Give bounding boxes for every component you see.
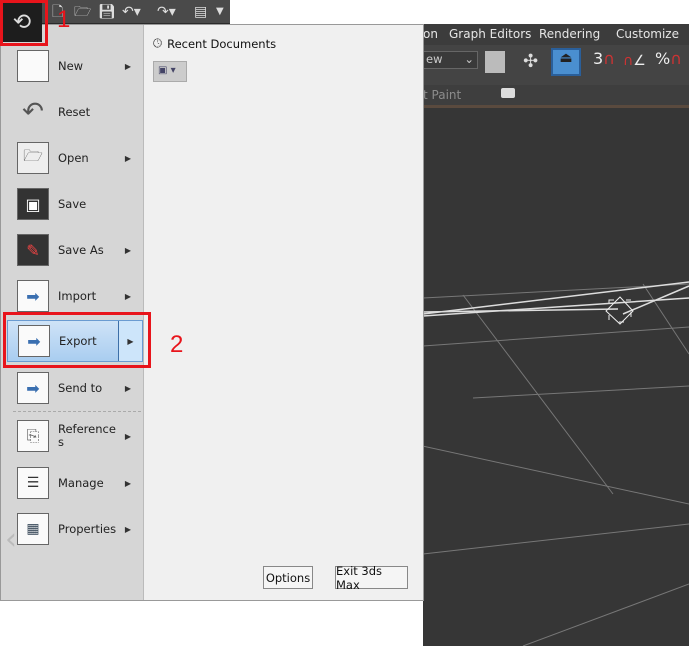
open-icon: 🗁 <box>17 142 49 174</box>
open-folder-icon[interactable]: 🗁 <box>74 3 91 21</box>
import-icon: ➡ <box>17 280 49 312</box>
undo-icon[interactable]: ↶▾ <box>122 3 141 21</box>
menu-item-rendering[interactable]: Rendering <box>539 27 600 41</box>
main-menubar: on Graph Editors Rendering Customize <box>423 24 689 45</box>
menu-label: Open <box>58 151 89 165</box>
angle-snap-icon[interactable]: ∩∠ <box>623 53 646 69</box>
menu-open[interactable]: 🗁 Open ▶ <box>7 137 143 179</box>
view-dropdown-value: ew <box>426 52 443 66</box>
send-to-icon: ➡ <box>17 372 49 404</box>
menu-references[interactable]: ⎘ Reference s ▶ <box>7 415 143 457</box>
recent-documents-header: 🕓︎ Recent Documents <box>153 36 276 51</box>
menu-label: Import <box>58 289 97 303</box>
manage-icon: ☰ <box>17 467 49 499</box>
ribbon-toggle-icon[interactable] <box>501 88 515 98</box>
submenu-arrow-icon: ▶ <box>124 153 131 163</box>
menu-new[interactable]: New ▶ <box>7 45 143 87</box>
annotation-box-2 <box>3 312 151 368</box>
selection-filter-icon[interactable] <box>485 51 505 73</box>
submenu-arrow-icon: ▶ <box>124 245 131 255</box>
menu-label: Send to <box>58 381 103 395</box>
save-icon: ▣ <box>17 188 49 220</box>
new-icon <box>17 50 49 82</box>
ribbon-label: t Paint <box>423 88 462 102</box>
reset-icon: ↶ <box>22 97 44 127</box>
save-icon[interactable]: 💾︎ <box>98 3 116 21</box>
window-crossing-icon[interactable]: ⏏ <box>551 48 581 76</box>
submenu-arrow-icon: ▶ <box>124 291 131 301</box>
submenu-arrow-icon: ▶ <box>124 61 131 71</box>
snap-label: 3 <box>593 49 604 68</box>
menu-item-animation[interactable]: on <box>423 27 438 41</box>
percent-label: % <box>655 49 671 68</box>
menu-label: Manage <box>58 476 104 490</box>
menu-save[interactable]: ▣ Save <box>7 183 143 225</box>
menu-separator <box>13 411 141 412</box>
camera-gizmo-icon <box>605 296 634 325</box>
project-folder-icon[interactable]: ▤ <box>194 3 207 21</box>
menu-item-customize[interactable]: Customize <box>616 27 679 41</box>
save-as-icon: ✎ <box>17 234 49 266</box>
viewport-border <box>423 105 689 108</box>
customize-dropdown-icon[interactable]: ▼ <box>216 3 224 21</box>
chevron-down-icon: ⌄ <box>464 52 474 66</box>
menu-label: Save As <box>58 243 104 257</box>
ribbon-bar: t Paint <box>423 85 689 105</box>
viewport[interactable] <box>423 24 689 646</box>
submenu-arrow-icon: ▶ <box>124 524 131 534</box>
menu-label: Save <box>58 197 87 211</box>
annotation-box-1 <box>0 0 48 46</box>
submenu-arrow-icon: ▶ <box>124 431 131 441</box>
menu-reset[interactable]: ↶ Reset <box>7 91 143 133</box>
menu-item-graph-editors[interactable]: Graph Editors <box>449 27 531 41</box>
options-button[interactable]: Options <box>263 566 313 589</box>
menu-label: New <box>58 59 84 73</box>
move-icon[interactable]: ✣ <box>523 51 538 72</box>
references-icon: ⎘ <box>17 420 49 452</box>
menu-import[interactable]: ➡ Import ▶ <box>7 275 143 317</box>
menu-label: Reset <box>58 105 91 119</box>
exit-button[interactable]: Exit 3ds Max <box>335 564 408 592</box>
menu-label: Properties <box>58 522 117 536</box>
snap-toggle-icon[interactable]: 3∩ <box>593 49 615 68</box>
recent-documents-title: Recent Documents <box>167 36 277 51</box>
menu-properties[interactable]: ▦ Properties ▶ <box>7 508 143 550</box>
menu-send-to[interactable]: ➡ Send to ▶ <box>7 367 143 409</box>
submenu-arrow-icon: ▶ <box>124 383 131 393</box>
view-dropdown[interactable]: ew ⌄ <box>423 51 478 69</box>
properties-icon: ▦ <box>17 513 49 545</box>
chevron-left-icon: ‹ <box>5 522 17 557</box>
redo-icon[interactable]: ↷▾ <box>157 3 176 21</box>
annotation-label-2: 2 <box>170 331 184 358</box>
menu-manage[interactable]: ☰ Manage ▶ <box>7 462 143 504</box>
percent-snap-icon[interactable]: %∩ <box>655 49 682 68</box>
main-toolbar: ew ⌄ ✣ ⏏ 3∩ ∩∠ %∩ <box>423 45 689 85</box>
recent-documents-icon: 🕓︎ <box>153 36 163 50</box>
viewport-grid <box>423 281 689 646</box>
menu-save-as[interactable]: ✎ Save As ▶ <box>7 229 143 271</box>
annotation-label-1: 1 <box>57 6 71 33</box>
submenu-arrow-icon: ▶ <box>124 478 131 488</box>
recent-view-dropdown[interactable]: ▣ ▾ <box>153 61 187 82</box>
menu-label: Reference s <box>58 422 116 449</box>
